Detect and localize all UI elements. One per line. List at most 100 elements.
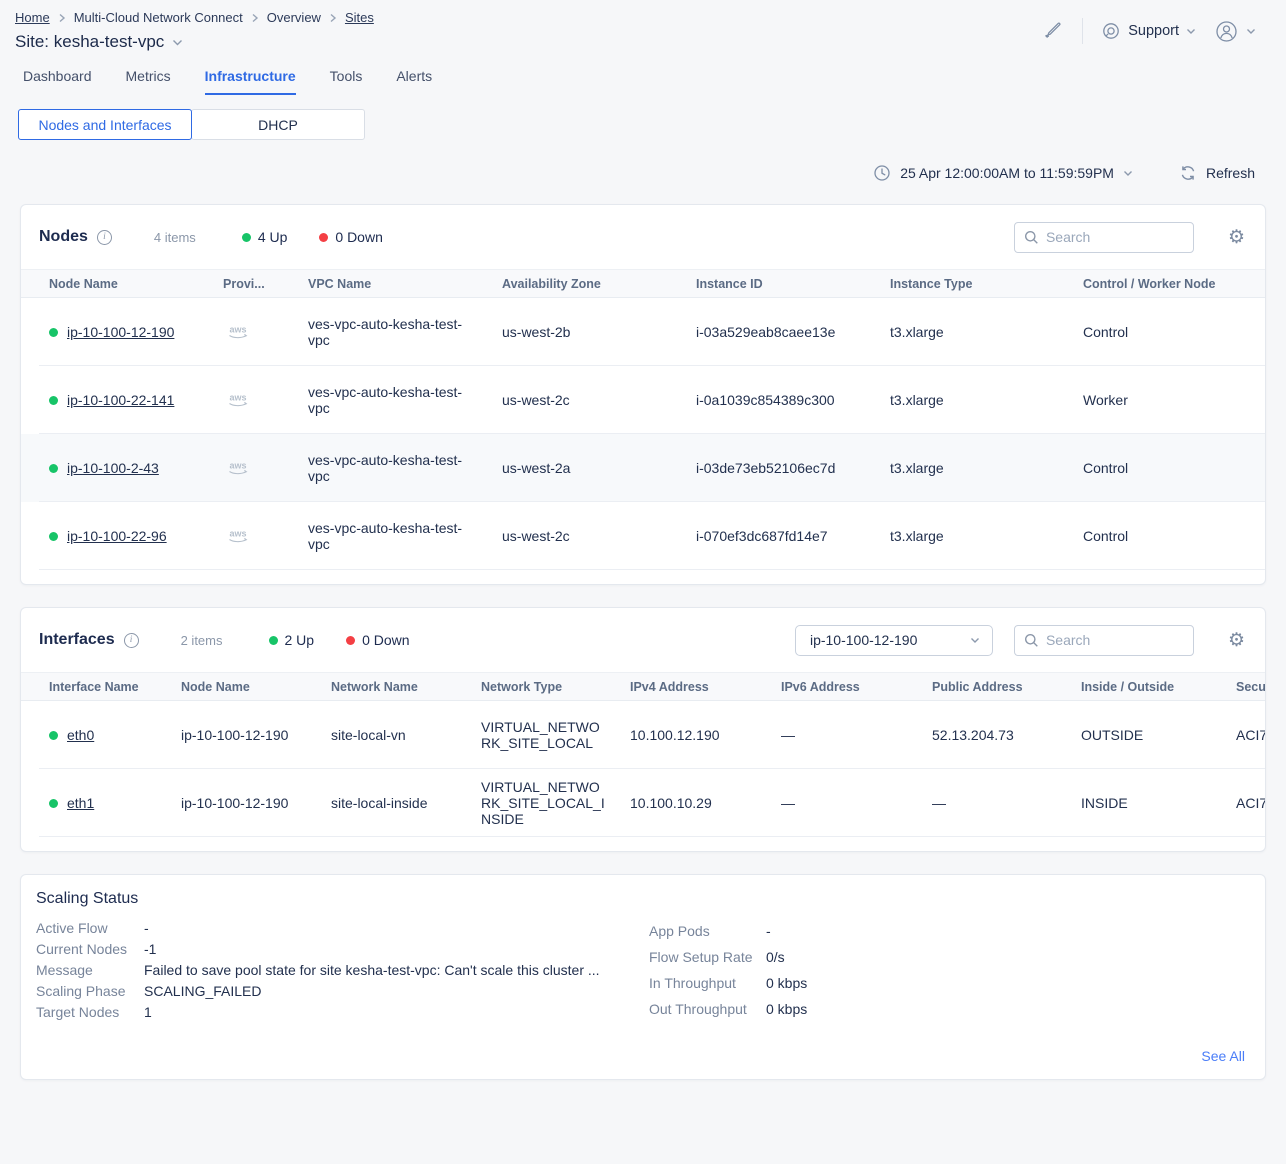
date-range-picker[interactable]: 25 Apr 12:00:00AM to 11:59:59PM [873, 164, 1133, 182]
scaling-status-body: Active Flow- Current Nodes-1 MessageFail… [21, 918, 1265, 1023]
subtab-dhcp[interactable]: DHCP [191, 109, 365, 140]
clock-icon [873, 164, 891, 182]
node-filter-select[interactable]: ip-10-100-12-190 [795, 625, 993, 656]
subtab-nodes-and-interfaces[interactable]: Nodes and Interfaces [18, 109, 192, 140]
tab-alerts[interactable]: Alerts [396, 68, 432, 95]
up-status-dot [242, 233, 251, 242]
node-name-cell: ip-10-100-12-190 [181, 795, 331, 811]
field-value: 1 [144, 1002, 152, 1023]
node-name-cell: ip-10-100-12-190 [181, 727, 331, 743]
tab-infrastructure[interactable]: Infrastructure [205, 68, 296, 95]
instance-type-cell: t3.xlarge [890, 528, 1083, 544]
col-vpc-name: VPC Name [308, 277, 502, 291]
field-label: App Pods [649, 918, 766, 944]
scaling-field: Active Flow- [36, 918, 649, 939]
node-row: ip-10-100-2-43 aws ves-vpc-auto-kesha-te… [21, 434, 1265, 502]
vpc-name-cell: ves-vpc-auto-kesha-test-vpc [308, 384, 502, 416]
field-label: Current Nodes [36, 939, 144, 960]
refresh-button[interactable]: Refresh [1179, 164, 1255, 182]
main-tabs: Dashboard Metrics Infrastructure Tools A… [0, 68, 1286, 95]
sub-tabs: Nodes and Interfaces DHCP [18, 109, 1286, 140]
node-name-link[interactable]: ip-10-100-22-141 [67, 392, 174, 408]
scaling-right-column: App Pods- Flow Setup Rate0/s In Throughp… [649, 918, 807, 1023]
field-label: Message [36, 960, 144, 981]
tab-tools[interactable]: Tools [330, 68, 363, 95]
page-title: Site: kesha-test-vpc [15, 32, 164, 52]
node-status-dot [49, 464, 58, 473]
node-name-link[interactable]: ip-10-100-12-190 [67, 324, 174, 340]
tab-dashboard[interactable]: Dashboard [23, 68, 92, 95]
node-status-dot [49, 396, 58, 405]
node-status-dot [49, 328, 58, 337]
public-address-cell: — [932, 795, 1081, 811]
interface-name-link[interactable]: eth0 [67, 727, 94, 743]
gear-icon[interactable]: ⚙ [1228, 228, 1245, 247]
interfaces-search-input[interactable] [1046, 632, 1184, 648]
support-menu[interactable]: Support [1101, 21, 1196, 41]
nodes-search-input[interactable] [1046, 229, 1184, 245]
scaling-field: Current Nodes-1 [36, 939, 649, 960]
breadcrumb-mcn[interactable]: Multi-Cloud Network Connect [74, 10, 243, 25]
see-all-link[interactable]: See All [1201, 1048, 1245, 1064]
field-value: -1 [144, 939, 156, 960]
breadcrumb-home-link[interactable]: Home [15, 10, 50, 25]
svg-text:aws: aws [229, 324, 246, 334]
public-address-cell: 52.13.204.73 [932, 727, 1081, 743]
aws-logo-icon: aws [223, 323, 308, 342]
support-label: Support [1128, 23, 1179, 39]
instance-id-cell: i-03a529eab8caee13e [696, 324, 890, 340]
toolbar: 25 Apr 12:00:00AM to 11:59:59PM Refresh [0, 164, 1286, 182]
interfaces-panel: Interfaces 2 items 2 Up 0 Down ip-10-100… [20, 607, 1266, 852]
col-instance-type: Instance Type [890, 277, 1083, 291]
field-value: SCALING_FAILED [144, 981, 262, 1002]
breadcrumb: Home Multi-Cloud Network Connect Overvie… [15, 10, 374, 25]
node-row: ip-10-100-12-190 aws ves-vpc-auto-kesha-… [21, 298, 1265, 366]
svg-text:aws: aws [229, 460, 246, 470]
breadcrumb-sites-link[interactable]: Sites [345, 10, 374, 25]
field-label: Out Throughput [649, 996, 766, 1022]
nodes-down-label: 0 Down [335, 229, 382, 245]
interface-row: eth1 ip-10-100-12-190 site-local-inside … [21, 769, 1265, 837]
gear-icon[interactable]: ⚙ [1228, 631, 1245, 650]
info-icon[interactable] [124, 633, 139, 648]
aws-logo-icon: aws [223, 459, 308, 478]
scaling-status-panel: Scaling Status Active Flow- Current Node… [20, 874, 1266, 1080]
scaling-status-title: Scaling Status [21, 875, 1265, 918]
field-value: 0 kbps [766, 996, 807, 1022]
site-title-chevron-down-icon[interactable] [172, 39, 183, 46]
ipv6-cell: — [781, 727, 932, 743]
instance-id-cell: i-03de73eb52106ec7d [696, 460, 890, 476]
node-row: ip-10-100-22-141 aws ves-vpc-auto-kesha-… [21, 366, 1265, 434]
scaling-field: Target Nodes1 [36, 1002, 649, 1023]
account-menu[interactable] [1214, 19, 1256, 44]
up-status-dot [269, 636, 278, 645]
network-name-cell: site-local-vn [331, 727, 481, 743]
instance-type-cell: t3.xlarge [890, 392, 1083, 408]
node-name-link[interactable]: ip-10-100-22-96 [67, 528, 167, 544]
instance-id-cell: i-0a1039c854389c300 [696, 392, 890, 408]
col-node-name: Node Name [49, 277, 223, 291]
nodes-panel-header: Nodes 4 items 4 Up 0 Down ⚙ [21, 205, 1265, 269]
scaling-field: Flow Setup Rate0/s [649, 944, 807, 970]
role-cell: Control [1083, 460, 1265, 476]
availability-zone-cell: us-west-2b [502, 324, 696, 340]
col-control-worker: Control / Worker Node [1083, 277, 1265, 291]
down-status-dot [346, 636, 355, 645]
availability-zone-cell: us-west-2c [502, 528, 696, 544]
role-cell: Control [1083, 528, 1265, 544]
node-name-link[interactable]: ip-10-100-2-43 [67, 460, 159, 476]
breadcrumb-overview[interactable]: Overview [267, 10, 321, 25]
security-cell: ACI7F [1236, 727, 1265, 743]
nodes-table-header: Node Name Provi... VPC Name Availability… [21, 269, 1265, 298]
field-label: Target Nodes [36, 1002, 144, 1023]
interfaces-down-label: 0 Down [362, 632, 409, 648]
inside-outside-cell: INSIDE [1081, 795, 1236, 811]
scaling-field: In Throughput0 kbps [649, 970, 807, 996]
inside-outside-cell: OUTSIDE [1081, 727, 1236, 743]
chevron-right-icon [251, 13, 259, 23]
info-icon[interactable] [97, 230, 112, 245]
interface-name-link[interactable]: eth1 [67, 795, 94, 811]
col-inside-outside: Inside / Outside [1081, 680, 1236, 694]
pen-icon[interactable] [1042, 20, 1064, 42]
tab-metrics[interactable]: Metrics [126, 68, 171, 95]
